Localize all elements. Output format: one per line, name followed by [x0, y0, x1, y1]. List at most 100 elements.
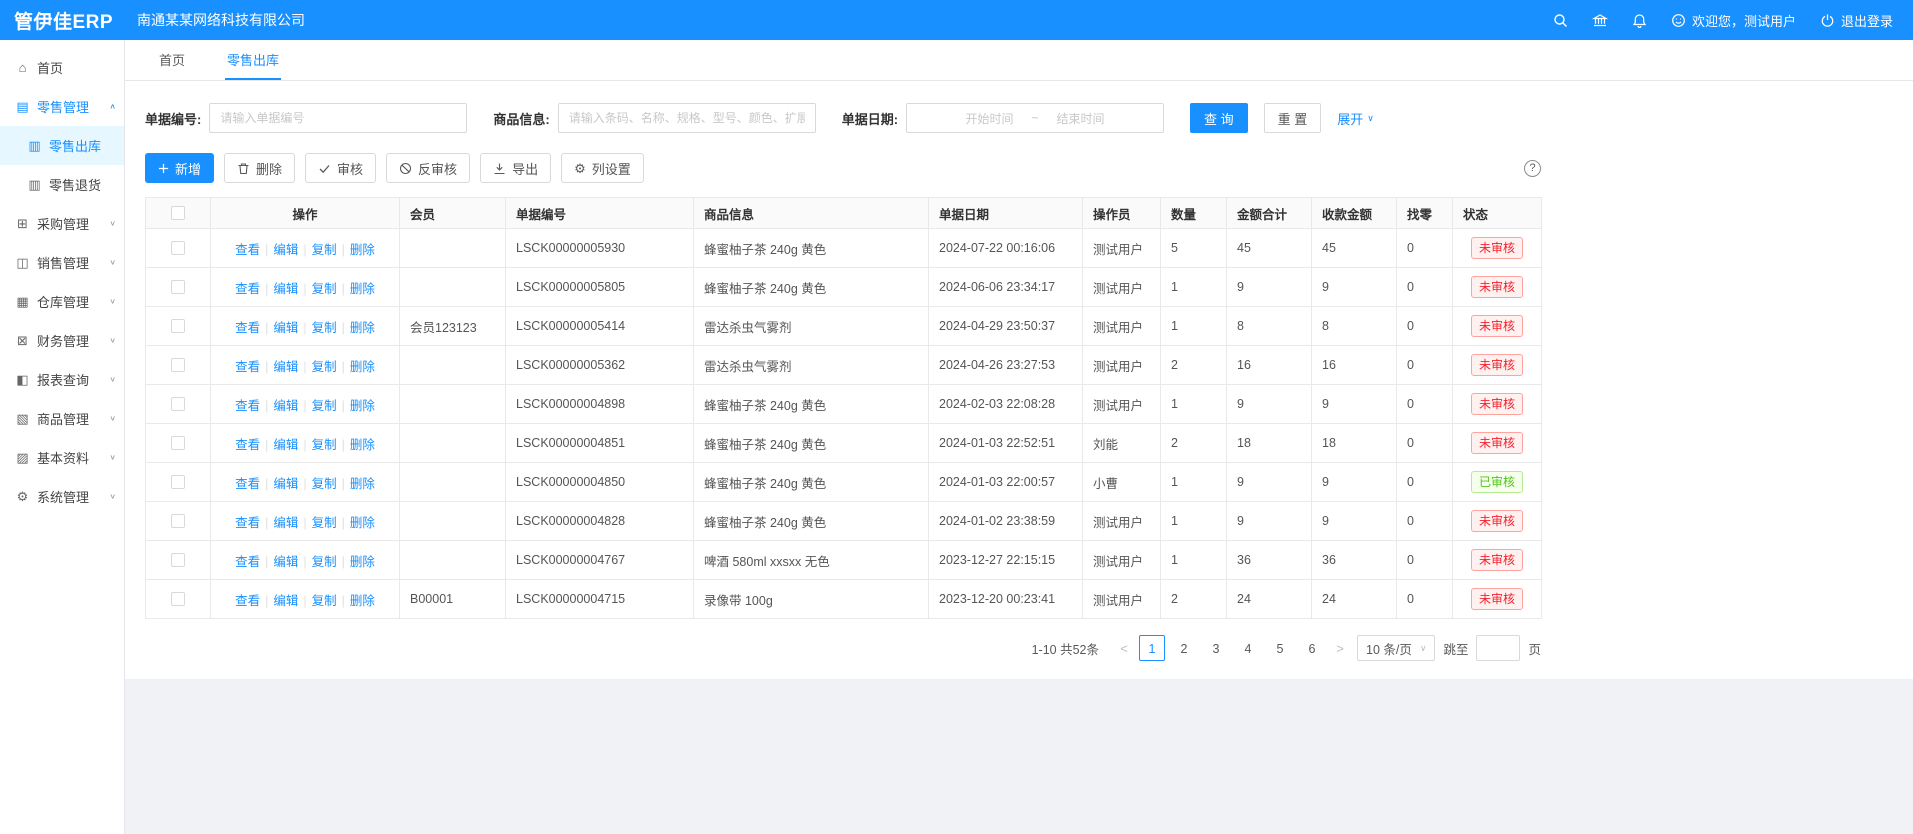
product-label: 商品信息: [493, 109, 549, 128]
status-badge: 未审核 [1471, 315, 1523, 338]
chevron-down-icon: ∨ [109, 336, 116, 345]
product-input[interactable] [558, 103, 816, 133]
action-delete-link[interactable]: 删除 [350, 477, 375, 491]
select-all-checkbox[interactable] [146, 198, 211, 229]
action-copy-link[interactable]: 复制 [312, 438, 337, 452]
row-checkbox[interactable] [146, 541, 211, 580]
sidebar-item-system[interactable]: ⚙系统管理∨ [0, 477, 124, 516]
bill-no-input[interactable] [209, 103, 467, 133]
action-view-link[interactable]: 查看 [235, 516, 260, 530]
action-copy-link[interactable]: 复制 [312, 399, 337, 413]
row-checkbox[interactable] [146, 424, 211, 463]
action-edit-link[interactable]: 编辑 [273, 282, 298, 296]
action-view-link[interactable]: 查看 [235, 555, 260, 569]
action-copy-link[interactable]: 复制 [312, 243, 337, 257]
row-checkbox[interactable] [146, 229, 211, 268]
row-checkbox[interactable] [146, 268, 211, 307]
action-edit-link[interactable]: 编辑 [273, 594, 298, 608]
page-3-button[interactable]: 3 [1203, 635, 1229, 661]
start-date-input[interactable]: 开始时间 [966, 110, 1014, 127]
sidebar-item-home[interactable]: ⌂首页 [0, 48, 124, 87]
action-delete-link[interactable]: 删除 [350, 516, 375, 530]
page-4-button[interactable]: 4 [1235, 635, 1261, 661]
row-checkbox[interactable] [146, 385, 211, 424]
row-checkbox[interactable] [146, 580, 211, 619]
tabbar: 首页零售出库 [125, 40, 1913, 81]
action-copy-link[interactable]: 复制 [312, 555, 337, 569]
page-1-button[interactable]: 1 [1139, 635, 1165, 661]
row-checkbox[interactable] [146, 502, 211, 541]
row-checkbox[interactable] [146, 346, 211, 385]
page-size-select[interactable]: 10 条/页 ∨ [1357, 635, 1435, 661]
search-button[interactable]: 查 询 [1190, 103, 1248, 133]
action-view-link[interactable]: 查看 [235, 399, 260, 413]
action-view-link[interactable]: 查看 [235, 477, 260, 491]
sidebar-item-retail[interactable]: ▤零售管理∧ [0, 87, 124, 126]
export-button[interactable]: 导出 [480, 153, 551, 183]
action-copy-link[interactable]: 复制 [312, 516, 337, 530]
reset-button[interactable]: 重 置 [1264, 103, 1322, 133]
sidebar-subitem-retail-return[interactable]: ▥零售退货 [0, 165, 124, 204]
action-view-link[interactable]: 查看 [235, 321, 260, 335]
action-delete-link[interactable]: 删除 [350, 594, 375, 608]
next-page-button[interactable]: > [1331, 641, 1349, 656]
end-date-input[interactable]: 结束时间 [1057, 110, 1105, 127]
sidebar-subitem-retail-outbound[interactable]: ▥零售出库 [0, 126, 124, 165]
bank-icon[interactable] [1592, 13, 1608, 28]
welcome-user[interactable]: 欢迎您，测试用户 [1671, 11, 1796, 30]
action-edit-link[interactable]: 编辑 [273, 555, 298, 569]
action-delete-link[interactable]: 删除 [350, 555, 375, 569]
action-copy-link[interactable]: 复制 [312, 282, 337, 296]
expand-link[interactable]: 展开 ∨ [1337, 109, 1374, 128]
action-edit-link[interactable]: 编辑 [273, 438, 298, 452]
table-row: 查看|编辑|复制|删除LSCK00000004851蜂蜜柚子茶 240g 黄色2… [146, 424, 1542, 463]
action-edit-link[interactable]: 编辑 [273, 360, 298, 374]
row-checkbox[interactable] [146, 307, 211, 346]
page-5-button[interactable]: 5 [1267, 635, 1293, 661]
help-icon[interactable]: ? [1524, 160, 1541, 177]
sidebar-item-goods[interactable]: ▧商品管理∨ [0, 399, 124, 438]
tab-retail-outbound[interactable]: 零售出库 [225, 40, 281, 80]
action-delete-link[interactable]: 删除 [350, 282, 375, 296]
sidebar-item-warehouse[interactable]: ▦仓库管理∨ [0, 282, 124, 321]
page-6-button[interactable]: 6 [1299, 635, 1325, 661]
prev-page-button[interactable]: < [1115, 641, 1133, 656]
action-edit-link[interactable]: 编辑 [273, 321, 298, 335]
action-delete-link[interactable]: 删除 [350, 438, 375, 452]
sidebar-item-purchase[interactable]: ⊞采购管理∨ [0, 204, 124, 243]
action-edit-link[interactable]: 编辑 [273, 477, 298, 491]
sidebar-item-basic[interactable]: ▨基本资料∨ [0, 438, 124, 477]
action-view-link[interactable]: 查看 [235, 360, 260, 374]
action-delete-link[interactable]: 删除 [350, 399, 375, 413]
action-edit-link[interactable]: 编辑 [273, 243, 298, 257]
unaudit-button[interactable]: 反审核 [386, 153, 470, 183]
action-view-link[interactable]: 查看 [235, 243, 260, 257]
search-icon[interactable] [1553, 13, 1568, 28]
date-range-picker[interactable]: 开始时间 ~ 结束时间 [906, 103, 1164, 133]
action-copy-link[interactable]: 复制 [312, 594, 337, 608]
logout-button[interactable]: 退出登录 [1820, 11, 1893, 30]
action-copy-link[interactable]: 复制 [312, 321, 337, 335]
column-settings-button[interactable]: ⚙ 列设置 [561, 153, 644, 183]
action-view-link[interactable]: 查看 [235, 282, 260, 296]
row-checkbox[interactable] [146, 463, 211, 502]
action-view-link[interactable]: 查看 [235, 594, 260, 608]
tab-home[interactable]: 首页 [157, 40, 187, 80]
add-button[interactable]: 新增 [145, 153, 214, 183]
page-2-button[interactable]: 2 [1171, 635, 1197, 661]
action-copy-link[interactable]: 复制 [312, 360, 337, 374]
sidebar-item-report[interactable]: ◧报表查询∨ [0, 360, 124, 399]
jump-page-input[interactable] [1476, 635, 1520, 661]
sidebar-item-sales[interactable]: ◫销售管理∨ [0, 243, 124, 282]
action-delete-link[interactable]: 删除 [350, 243, 375, 257]
bell-icon[interactable] [1632, 13, 1647, 28]
action-edit-link[interactable]: 编辑 [273, 516, 298, 530]
audit-button[interactable]: 审核 [305, 153, 376, 183]
action-delete-link[interactable]: 删除 [350, 360, 375, 374]
action-delete-link[interactable]: 删除 [350, 321, 375, 335]
action-view-link[interactable]: 查看 [235, 438, 260, 452]
action-edit-link[interactable]: 编辑 [273, 399, 298, 413]
delete-button[interactable]: 删除 [224, 153, 295, 183]
sidebar-item-finance[interactable]: ⊠财务管理∨ [0, 321, 124, 360]
action-copy-link[interactable]: 复制 [312, 477, 337, 491]
